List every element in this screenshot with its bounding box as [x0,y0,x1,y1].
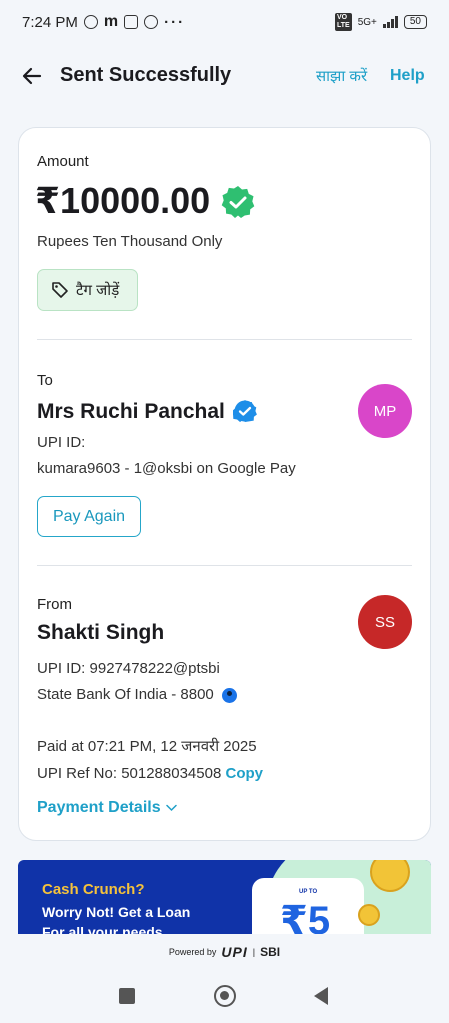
paid-at: Paid at 07:21 PM, 12 जनवरी 2025 [37,738,257,755]
signal-icon [382,16,398,28]
sender-avatar: SS [358,595,412,649]
verified-badge-icon [233,400,257,422]
sender-bank-text: State Bank Of India - 8800 [37,686,214,703]
page-title: Sent Successfully [60,64,232,86]
add-tag-button[interactable]: टैग जोड़ें [37,269,138,311]
add-tag-label: टैग जोड़ें [76,282,120,299]
banner-amount: ₹5 [280,899,331,934]
from-label: From [37,596,72,613]
sender-name: Shakti Singh [37,621,165,644]
help-button[interactable]: Help [390,67,425,85]
amount-value: ₹10000.00 [35,180,211,221]
success-check-icon [221,186,255,218]
chat-icon [144,15,159,29]
upi-ref-number: UPI Ref No: 501288034508 [37,765,222,782]
recipient-name: Mrs Ruchi Panchal [37,400,225,423]
powered-by-footer: Powered by UPI | SBI [0,940,449,964]
status-time: 7:24 PM [22,13,78,31]
sbi-bank-icon [221,687,237,703]
divider [37,565,412,566]
payment-details-label: Payment Details [37,799,161,816]
back-arrow-icon[interactable] [20,64,44,88]
transaction-card: Amount ₹10000.00 Rupees Ten Thousand Onl… [18,127,431,841]
network-type: 5G+ [357,16,377,28]
coin-icon [358,904,380,926]
powered-by-label: Powered by [168,947,217,957]
home-icon[interactable] [214,985,236,1007]
system-navigation-bar [0,970,449,1023]
sender-bank: State Bank Of India - 8800 [37,686,237,703]
volte-icon: VO LTE [334,13,352,31]
footer-separator: | [252,947,256,957]
sender-upi-id: UPI ID: 9927478222@ptsbi [37,660,220,677]
banner-title: Cash Crunch? [42,881,145,898]
system-back-icon[interactable] [314,987,328,1005]
loan-promo-banner[interactable]: Cash Crunch? Worry Not! Get a Loan For a… [18,860,431,934]
banner-line-1: Worry Not! Get a Loan [42,904,191,920]
recipient-avatar: MP [358,384,412,438]
recipient-upi-id: kumara9603 - 1@oksbi on Google Pay [37,460,296,477]
recipient-upi-label: UPI ID: [37,434,86,451]
upi-ref: UPI Ref No: 501288034508 Copy [37,765,263,782]
payment-details-toggle[interactable]: Payment Details [37,799,177,817]
recents-icon[interactable] [119,988,135,1004]
upi-logo: UPI [221,944,248,960]
banner-line-2: For all your needs [42,924,163,934]
app-header: Sent Successfully साझा करें Help [0,48,449,104]
instagram-icon [124,15,139,29]
to-label: To [37,372,53,389]
battery-icon: 50 [403,15,427,29]
sbi-logo: SBI [260,945,281,959]
chevron-down-icon [165,804,177,812]
banner-upto: UP TO [299,889,318,895]
amount-label: Amount [37,153,89,170]
pay-again-button[interactable]: Pay Again [37,496,141,537]
alarm-icon [83,15,98,29]
share-button[interactable]: साझा करें [316,66,367,86]
app-notification-icon: m [103,13,119,30]
divider [37,339,412,340]
amount-in-words: Rupees Ten Thousand Only [37,233,223,250]
tag-icon [52,282,68,298]
copy-button[interactable]: Copy [225,765,263,782]
more-notifications-icon: ··· [164,13,186,31]
status-bar: 7:24 PM m ··· VO LTE 5G+ 50 [0,0,449,44]
